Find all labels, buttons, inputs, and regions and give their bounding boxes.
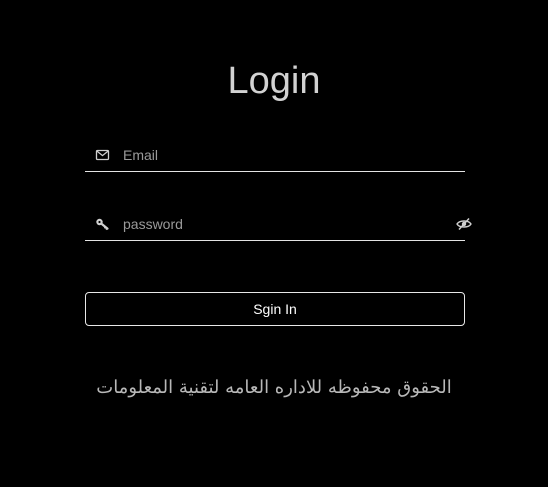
sign-in-button[interactable]: Sgin In: [85, 292, 465, 326]
envelope-icon: [95, 148, 111, 162]
email-input[interactable]: [123, 144, 443, 166]
password-input[interactable]: [123, 213, 443, 235]
key-icon: [95, 217, 111, 231]
eye-slash-icon[interactable]: [455, 217, 473, 231]
copyright-text: الحقوق محفوظه للاداره العامه لتقنية المع…: [96, 377, 452, 398]
email-field[interactable]: [85, 141, 465, 172]
password-field[interactable]: [85, 210, 472, 241]
page-title: Login: [227, 60, 321, 102]
